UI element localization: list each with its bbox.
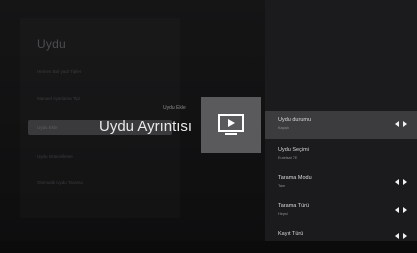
page-title: Uydu Ayrıntısı	[99, 118, 193, 135]
setting-label: Kayıt Türü	[278, 231, 304, 237]
setting-uydu-durumu[interactable]: Uydu durumu Kapalı	[265, 111, 417, 139]
setting-tarama-modu[interactable]: Tarama Modu Tam	[265, 169, 417, 197]
menu-item-otomatik-tarama[interactable]: Otomatik Uydu Tarama	[37, 180, 83, 185]
left-right-arrows-icon[interactable]	[395, 205, 407, 215]
setting-tarama-turu[interactable]: Tarama Türü Hepsi	[265, 197, 417, 225]
tv-play-icon	[218, 114, 244, 135]
menu-item-uydu-guncelleme[interactable]: Uydu Güncelleme	[37, 154, 73, 159]
left-right-arrows-icon[interactable]	[395, 119, 407, 129]
setting-value: Eutelsat 7E	[278, 156, 298, 160]
menu-item-label: Uydu Ekle	[37, 125, 58, 130]
left-right-arrows-icon[interactable]	[395, 231, 407, 241]
setting-value: Kapalı	[278, 126, 289, 130]
setting-label: Tarama Modu	[278, 175, 312, 181]
settings-panel: Uydu durumu Kapalı Uydu Seçimi Eutelsat …	[265, 0, 417, 241]
setting-label: Uydu durumu	[278, 117, 312, 123]
setting-value: Hepsi	[278, 212, 288, 216]
setting-uydu-secimi[interactable]: Uydu Seçimi Eutelsat 7E	[265, 141, 417, 169]
setting-kayit-turu[interactable]: Kayıt Türü	[265, 225, 417, 253]
menu-title: Uydu	[37, 37, 66, 51]
tv-tile	[201, 97, 261, 153]
menu-item-hemen-bul[interactable]: Hemen Bul yadı Tipler	[37, 69, 81, 74]
menu-item-manuel-ayarlama[interactable]: Manuel Ayarlama Tipi	[37, 96, 80, 101]
setting-label: Tarama Türü	[278, 203, 310, 209]
setting-label: Uydu Seçimi	[278, 147, 309, 153]
setting-value: Tam	[278, 184, 286, 188]
left-right-arrows-icon[interactable]	[395, 177, 407, 187]
overlay-caption: Uydu Ekle	[163, 105, 186, 111]
